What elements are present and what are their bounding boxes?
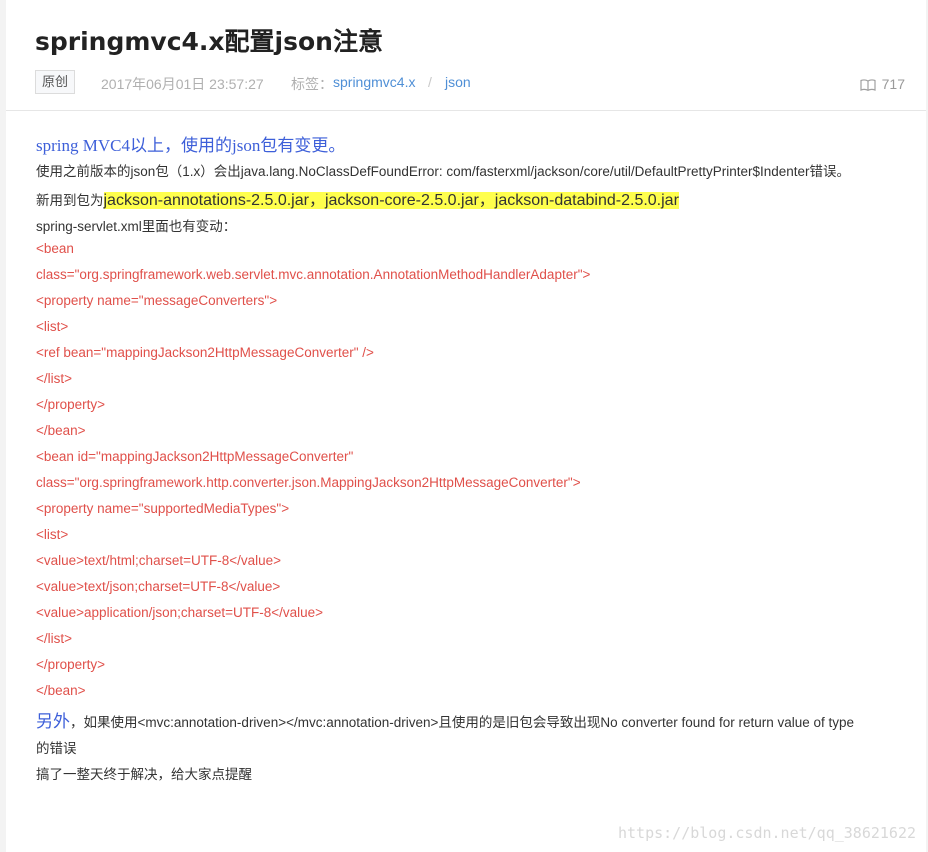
code-line: <value>text/html;charset=UTF-8</value> [36,553,281,568]
also-word: 另外 [36,712,70,731]
tag-link-springmvc[interactable]: springmvc4.x [333,74,415,90]
code-line: <property name="supportedMediaTypes"> [36,501,290,516]
code-line: class="org.springframework.http.converte… [36,475,581,490]
view-count-value: 717 [881,76,905,92]
code-line: <ref bean="mappingJackson2HttpMessageCon… [36,345,374,360]
also-text-continued: 的错误 [36,741,77,756]
also-line: 另外，如果使用<mvc:annotation-driven></mvc:anno… [36,707,854,732]
closing-line: 搞了一整天终于解决，给大家点提醒 [36,767,252,782]
book-icon [860,79,876,91]
code-line: </bean> [36,423,86,438]
article-card: springmvc4.x配置json注意 原创 2017年06月01日 23:5… [6,0,926,852]
code-line: </list> [36,631,73,646]
article-header: springmvc4.x配置json注意 原创 2017年06月01日 23:5… [6,0,926,111]
intro-line: spring MVC4以上，使用的json包有变更。 [36,131,345,156]
new-package-prefix: 新用到包为 [36,193,104,208]
code-line: </list> [36,371,73,386]
intro-cn: 以上，使用的 [129,136,232,155]
watermark: https://blog.csdn.net/qq_38621622 [617,824,916,842]
servlet-line: spring-servlet.xml里面也有变动： [36,219,237,234]
code-line: <list> [36,319,69,334]
new-package-line: 新用到包为jackson-annotations-2.5.0.jar，jacks… [36,186,679,210]
publish-date: 2017年06月01日 23:57:27 [101,76,264,92]
also-text: ，如果使用<mvc:annotation-driven></mvc:annota… [70,715,855,730]
code-line: </property> [36,657,106,672]
article-title: springmvc4.x配置json注意 [35,27,383,56]
intro-en: spring MVC4 [36,136,130,155]
code-line: </bean> [36,683,86,698]
code-line: <value>text/json;charset=UTF-8</value> [36,579,281,594]
intro-json: json [231,136,261,155]
original-badge: 原创 [35,70,76,94]
new-package-list: jackson-annotations-2.5.0.jar，jackson-co… [103,192,679,209]
code-line: <property name="messageConverters"> [36,293,278,308]
code-line: <value>application/json;charset=UTF-8</v… [36,605,324,620]
tag-separator: / [428,74,432,90]
code-line: <bean id="mappingJackson2HttpMessageConv… [36,449,354,464]
intro-cn2: 包有变更。 [260,136,346,155]
tags-label: 标签： [291,76,333,92]
code-line: <list> [36,527,69,542]
error-line: 使用之前版本的json包（1.x）会出java.lang.NoClassDefF… [36,164,851,179]
code-line: </property> [36,397,106,412]
tag-link-json[interactable]: json [445,74,471,90]
code-line: class="org.springframework.web.servlet.m… [36,267,591,282]
view-count: 717 [860,76,905,92]
code-line: <bean [36,241,74,256]
article-meta: 原创 2017年06月01日 23:57:27 标签： springmvc4.x… [35,70,905,96]
